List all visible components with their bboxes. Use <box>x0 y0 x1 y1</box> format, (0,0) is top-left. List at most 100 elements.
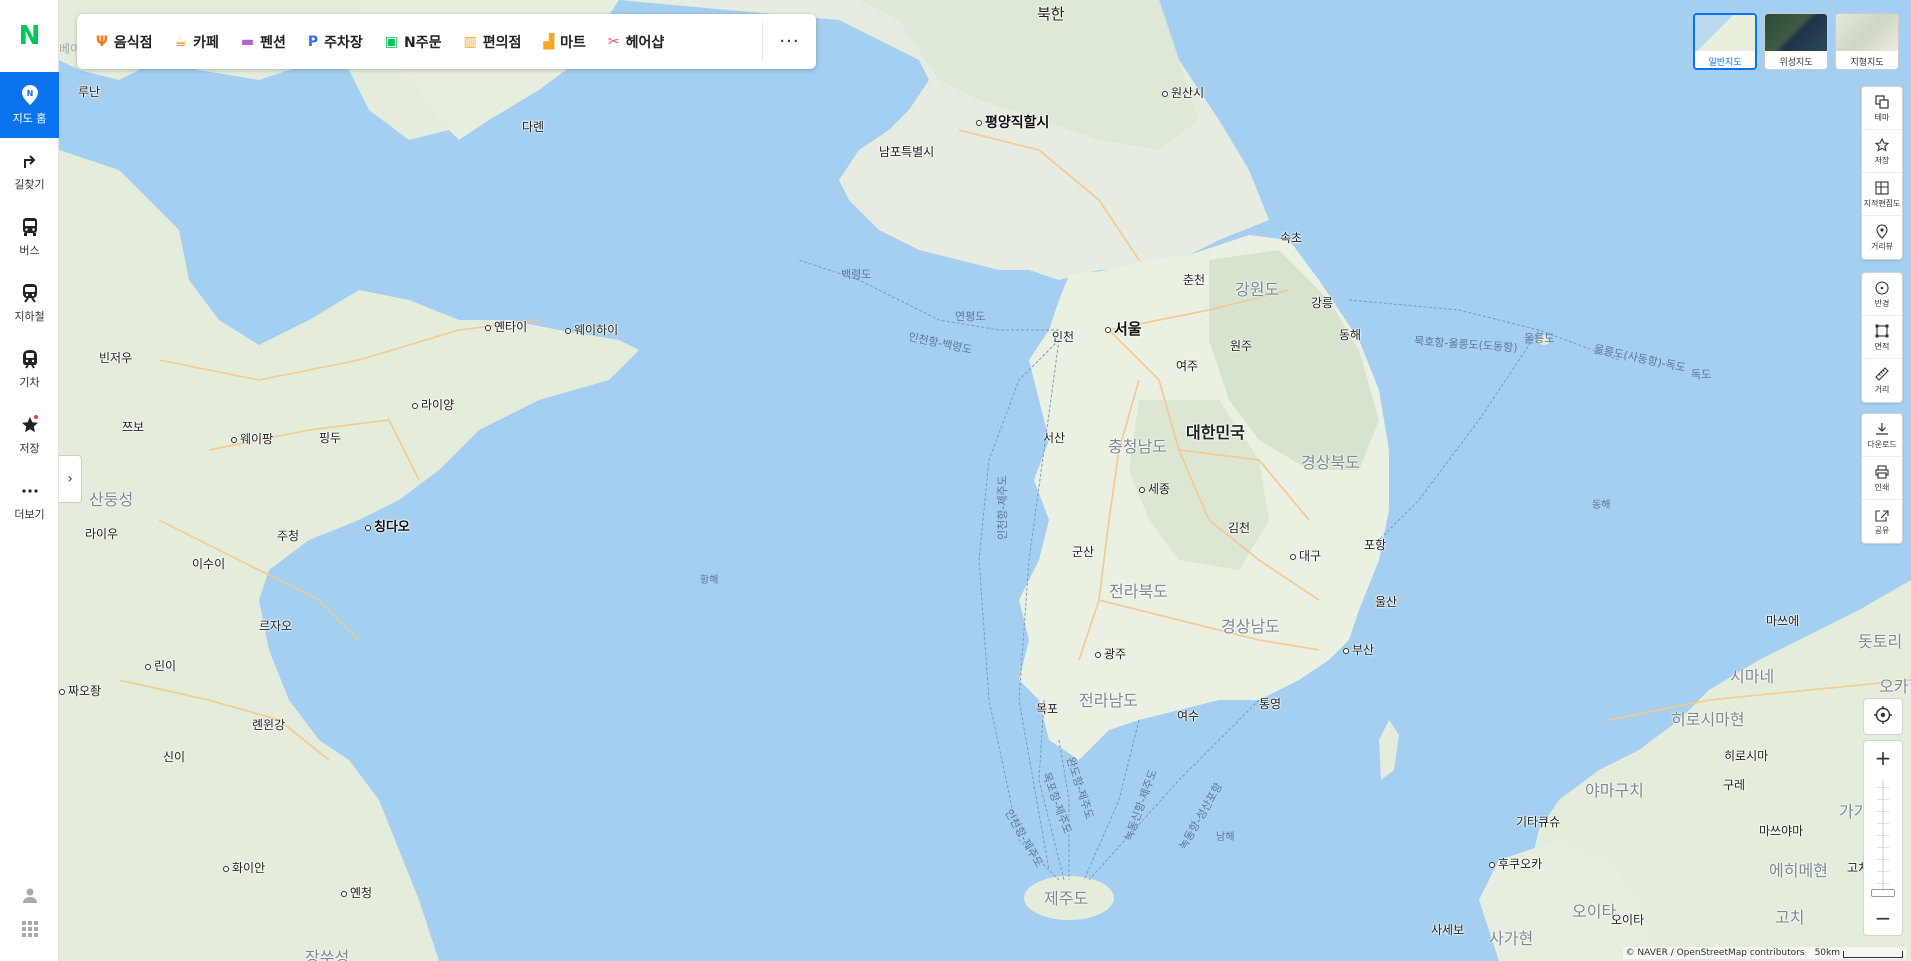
map-label: 웨이팡 <box>231 430 273 447</box>
map-label: 산둥성 <box>89 490 134 509</box>
tool-radius[interactable]: 반경 <box>1862 273 1902 316</box>
sidebar-item-more[interactable]: 더보기 <box>0 468 59 534</box>
star-outline-icon <box>1875 137 1889 153</box>
sidebar-item-label: 버스 <box>19 244 40 257</box>
map-label: 사세보 <box>1431 923 1465 937</box>
tool-area[interactable]: 면적 <box>1862 316 1902 359</box>
map-label: 목포 <box>1036 702 1059 716</box>
map-label: 충청남도 <box>1108 437 1167 456</box>
map-label: 서산 <box>1043 431 1066 445</box>
sidebar-item-label: 지하철 <box>14 310 45 323</box>
map-label: 오이타 <box>1611 913 1645 927</box>
bus-icon <box>21 216 39 238</box>
map-label: 칭다오 <box>365 516 410 535</box>
cafe-icon: ☕ <box>174 33 188 50</box>
map-label: 강릉 <box>1311 296 1334 310</box>
map-label: 야마구치 <box>1585 781 1644 800</box>
map-label: 대한민국 <box>1186 423 1245 442</box>
map-type-satellite[interactable]: 위성지도 <box>1764 13 1828 70</box>
map-label: 인천항-제주도 <box>996 475 1009 540</box>
map-label: 원산시 <box>1162 84 1204 101</box>
map-label: 인천 <box>1052 330 1075 344</box>
map-label: 마쓰야마 <box>1759 824 1804 838</box>
copyright-text: © NAVER / OpenStreetMap contributors <box>1625 948 1805 958</box>
map-type-terrain[interactable]: 지형지도 <box>1835 13 1899 70</box>
map-type-switcher: 일반지도 위성지도 지형지도 <box>1693 13 1899 70</box>
category-pension[interactable]: ▬ 펜션 <box>241 32 286 52</box>
sidebar-item-saved[interactable]: 저장 <box>0 402 59 468</box>
tools-group-measure: 반경 면적 거리 <box>1861 272 1903 403</box>
map-label: 히로시마현 <box>1671 710 1745 729</box>
map-label: 쯔보 <box>122 420 145 434</box>
map-label: 통영 <box>1259 697 1282 711</box>
sidebar-item-train[interactable]: 기차 <box>0 336 59 402</box>
category-bar: Ψ 음식점 ☕ 카페 ▬ 펜션 P 주차장 ▣ N주문 ▥ 편의점 ▟ 마트 ✂ 헤어샵 ··· <box>77 14 816 69</box>
category-convenience-store[interactable]: ▥ 편의점 <box>464 32 522 52</box>
zoom-slider[interactable] <box>1871 775 1895 901</box>
tool-theme[interactable]: 테마 <box>1862 87 1902 130</box>
panel-expand-toggle[interactable]: › <box>59 455 82 503</box>
category-parking[interactable]: P 주차장 <box>308 32 363 52</box>
zoom-in-button[interactable]: + <box>1864 741 1902 775</box>
sidebar-item-label: 지도 홈 <box>12 112 47 125</box>
tool-save[interactable]: 저장 <box>1862 130 1902 173</box>
category-more-button[interactable]: ··· <box>762 22 816 61</box>
map-label: 북한 <box>1037 5 1065 23</box>
map-label: 황해 <box>700 575 719 586</box>
order-bag-icon: ▣ <box>384 33 399 50</box>
map-label: 독도 <box>1691 368 1712 381</box>
map-label: 린이 <box>145 657 176 674</box>
sidebar-item-directions[interactable]: 길찾기 <box>0 138 59 204</box>
zoom-slider-handle[interactable] <box>1871 889 1895 897</box>
map-label: 경상남도 <box>1221 617 1280 636</box>
map-label: 서울 <box>1105 318 1142 339</box>
bed-icon: ▬ <box>240 33 255 50</box>
map-canvas[interactable]: 북한 원산시 평양직할시 남포특별시 다롄 루난 백령도 연평도 인천 서울 속… <box>59 0 1911 961</box>
cart-icon: ▟ <box>543 33 555 50</box>
map-label: 주청 <box>277 529 300 543</box>
tools-group-share: 다운로드 인쇄 공유 <box>1861 413 1903 544</box>
tool-share[interactable]: 공유 <box>1862 500 1902 543</box>
map-label: 원주 <box>1230 339 1253 353</box>
map-label: 옌청 <box>341 884 372 901</box>
map-label: 짜오좡 <box>59 682 101 699</box>
category-restaurant[interactable]: Ψ 음식점 <box>96 32 153 52</box>
more-dots-icon <box>21 480 39 502</box>
sidebar-item-bus[interactable]: 버스 <box>0 204 59 270</box>
my-location-button[interactable] <box>1863 698 1903 735</box>
category-cafe[interactable]: ☕ 카페 <box>175 32 219 52</box>
radius-icon <box>1875 280 1889 296</box>
category-hair-shop[interactable]: ✂ 헤어샵 <box>608 32 664 52</box>
apps-grid-icon[interactable] <box>21 921 38 941</box>
sidebar-item-map-home[interactable]: N 지도 홈 <box>0 72 59 138</box>
tool-cadastral[interactable]: 지적편집도 <box>1862 173 1902 216</box>
map-label: 백령도 <box>841 268 872 281</box>
map-label: 동해 <box>1592 500 1611 511</box>
terrain-map-thumbnail <box>1836 14 1898 51</box>
map-label: 히로시마 <box>1724 749 1769 763</box>
cadastral-icon <box>1875 180 1889 196</box>
directions-arrow-icon <box>21 150 39 172</box>
map-label: 사가현 <box>1489 929 1534 948</box>
map-type-normal[interactable]: 일반지도 <box>1693 13 1757 70</box>
sidebar-item-subway[interactable]: 지하철 <box>0 270 59 336</box>
map-label: 전라남도 <box>1079 691 1138 710</box>
category-n-order[interactable]: ▣ N주문 <box>385 32 442 52</box>
share-icon <box>1875 507 1889 523</box>
tool-print[interactable]: 인쇄 <box>1862 457 1902 500</box>
user-icon[interactable] <box>22 887 38 907</box>
area-icon <box>1875 323 1889 339</box>
sidebar-bottom <box>0 887 59 941</box>
store-icon: ▥ <box>463 33 477 50</box>
tool-streetview[interactable]: 거리뷰 <box>1862 216 1902 259</box>
zoom-out-button[interactable]: − <box>1864 901 1902 935</box>
map-label: 오카 <box>1879 677 1909 696</box>
category-mart[interactable]: ▟ 마트 <box>543 32 586 52</box>
tool-download[interactable]: 다운로드 <box>1862 414 1902 457</box>
map-label: 연평도 <box>955 310 986 323</box>
naver-logo[interactable]: N <box>0 0 59 72</box>
map-label: 포항 <box>1364 538 1387 552</box>
tool-distance[interactable]: 거리 <box>1862 359 1902 402</box>
left-sidebar: N N 지도 홈 길찾기 버스 지하철 기차 저장 더보기 <box>0 0 59 961</box>
sidebar-item-label: 저장 <box>19 442 40 455</box>
